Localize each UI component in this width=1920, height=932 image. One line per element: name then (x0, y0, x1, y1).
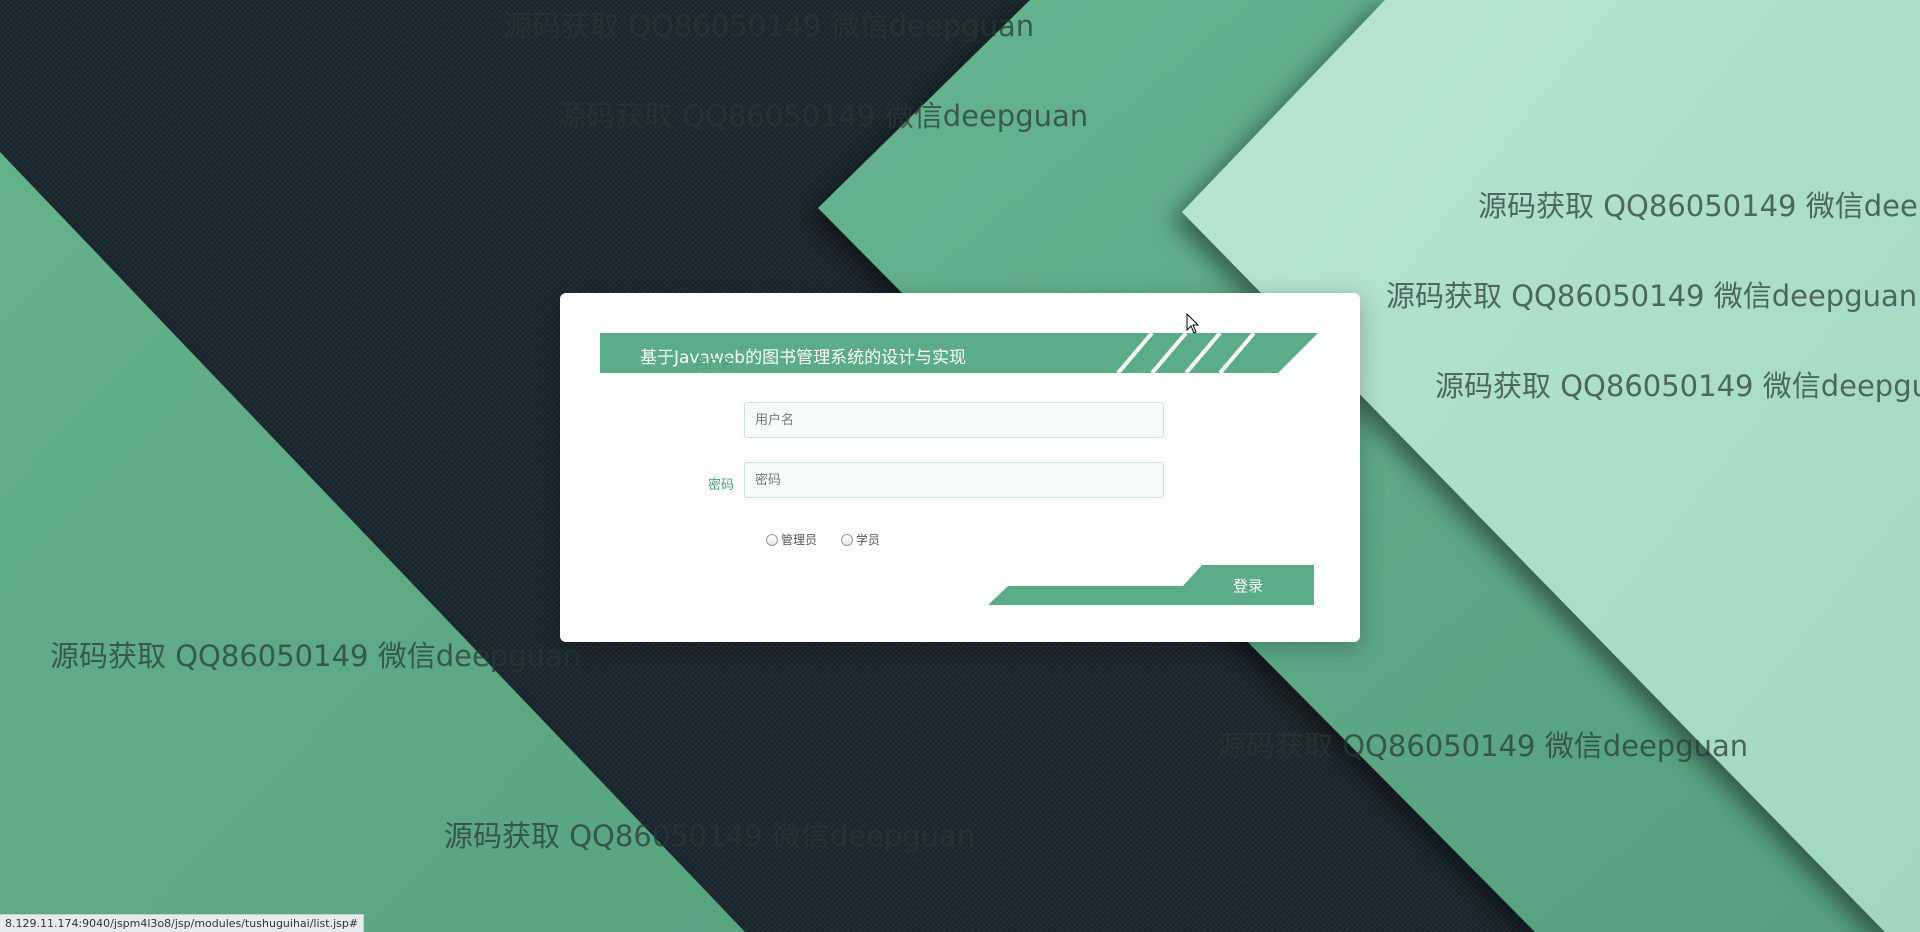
username-input[interactable] (744, 402, 1164, 438)
password-label: 密码 (707, 478, 734, 493)
radio-button[interactable] (766, 533, 778, 546)
login-button[interactable]: 登录 (1182, 565, 1314, 605)
role-option-student[interactable]: 学员 (840, 531, 880, 548)
role-radio-group: 管理员 学员 (766, 531, 900, 549)
mouse-cursor-icon (1186, 312, 1200, 339)
role-option-admin[interactable]: 管理员 (766, 531, 817, 548)
role-label: 学员 (855, 533, 880, 547)
role-label: 管理员 (781, 533, 818, 547)
radio-button[interactable] (840, 533, 853, 546)
login-page: 源码获取 QQ86050149 微信deepguan 源码获取 QQ860501… (0, 0, 1920, 932)
status-bar-url: 8.129.11.174:9040/jspm4l3o8/jsp/modules/… (0, 914, 365, 932)
login-dialog: 基于Javaweb的图书管理系统的设计与实现 用户名 密码 管理员 学员 登录 (560, 293, 1360, 642)
login-button-area: 登录 (988, 563, 1314, 605)
password-input[interactable] (744, 462, 1164, 498)
username-label: 用户名 (694, 357, 734, 372)
